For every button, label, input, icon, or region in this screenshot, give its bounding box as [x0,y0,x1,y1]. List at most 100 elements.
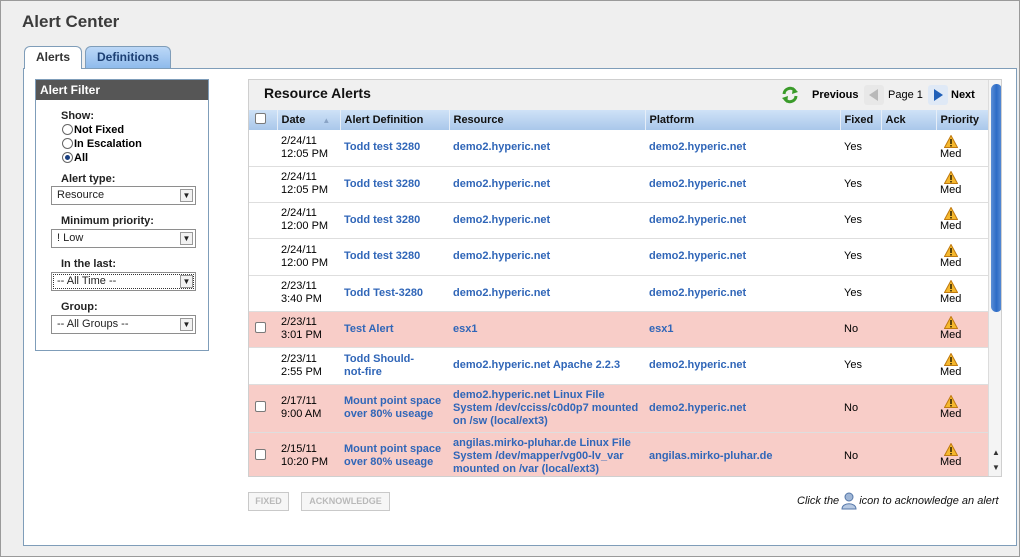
table-row[interactable]: 2/24/11 12:05 PM Todd test 3280 demo2.hyper… [249,166,988,203]
platform-link[interactable]: angilas.mirko-pluhar.de [649,450,772,462]
radio-in-escalation[interactable]: In Escalation [62,137,142,150]
in-last-select[interactable]: -- All Time -- ▼ [51,272,196,291]
alert-definition-cell[interactable]: Mount point space over 80% useage [340,432,449,476]
platform-link[interactable]: demo2.hyperic.net [649,141,746,153]
alert-definition-link[interactable]: Todd test 3280 [344,214,449,227]
arrow-left-icon[interactable] [864,85,884,105]
table-row[interactable]: 2/23/11 3:40 PM Todd Test-3280 demo2.hyperi… [249,275,988,312]
radio-not-fixed[interactable]: Not Fixed [62,123,124,136]
row-checkbox[interactable] [255,400,266,412]
alert-definition-cell[interactable]: Todd Test-3280 [340,275,449,312]
scrollbar-thumb[interactable] [991,84,1001,312]
resource-cell[interactable]: demo2.hyperic.net Apache 2.2.3 [449,347,645,385]
alert-definition-link[interactable]: Todd Should- [344,353,449,366]
radio-all[interactable]: All [62,151,88,164]
min-priority-select[interactable]: ! Low ▼ [51,229,196,248]
group-select[interactable]: -- All Groups -- ▼ [51,315,196,334]
resource-cell[interactable]: demo2.hyperic.net [449,166,645,203]
chevron-down-icon[interactable]: ▼ [180,189,193,202]
refresh-icon[interactable] [781,86,799,104]
resource-cell[interactable]: demo2.hyperic.net [449,238,645,276]
column-header-resource[interactable]: Resource [449,110,646,130]
platform-cell[interactable]: demo2.hyperic.net [645,166,840,203]
radio-icon[interactable] [62,124,73,135]
table-row[interactable]: 2/23/11 2:55 PM Todd Should-not-fire demo2.… [249,347,988,385]
resource-link[interactable]: System /dev/mapper/vg00-lv_var [453,450,645,463]
resource-cell[interactable]: demo2.hyperic.net [449,275,645,312]
table-row[interactable]: 2/24/11 12:05 PM Todd test 3280 demo2.hyper… [249,130,988,167]
next-page-link[interactable]: Next [951,89,975,101]
column-header-platform[interactable]: Platform [645,110,841,130]
platform-link[interactable]: demo2.hyperic.net [649,178,746,190]
resource-link[interactable]: demo2.hyperic.net [453,178,645,191]
platform-link[interactable]: demo2.hyperic.net [649,402,746,414]
alert-definition-link[interactable]: Test Alert [344,323,449,336]
resource-link[interactable]: angilas.mirko-pluhar.de Linux File [453,437,645,450]
acknowledge-button[interactable]: ACKNOWLEDGE [301,492,390,511]
alert-definition-link[interactable]: Todd test 3280 [344,250,449,263]
fixed-button[interactable]: FIXED [248,492,289,511]
platform-link[interactable]: demo2.hyperic.net [649,287,746,299]
platform-cell[interactable]: demo2.hyperic.net [645,202,840,239]
alert-definition-link[interactable]: Mount point space [344,443,449,456]
previous-page-link[interactable]: Previous [812,89,858,101]
alert-definition-link[interactable]: not-fire [344,366,449,379]
column-header-alert-definition[interactable]: Alert Definition [340,110,450,130]
chevron-down-icon[interactable]: ▼ [180,275,193,288]
scroll-up-icon[interactable]: ▲ [992,448,1000,457]
platform-link[interactable]: demo2.hyperic.net [649,214,746,226]
table-row[interactable]: 2/24/11 12:00 PM Todd test 3280 demo2.hyper… [249,202,988,239]
alert-definition-cell[interactable]: Todd test 3280 [340,130,449,167]
platform-cell[interactable]: demo2.hyperic.net [645,347,840,385]
tab-alerts[interactable]: Alerts [24,46,82,69]
row-checkbox[interactable] [255,321,266,333]
radio-icon[interactable] [62,138,73,149]
resource-link[interactable]: mounted on /var (local/ext3) [453,463,645,476]
platform-cell[interactable]: demo2.hyperic.net [645,275,840,312]
arrow-right-icon[interactable] [928,85,948,105]
platform-link[interactable]: esx1 [649,323,673,335]
alert-definition-link[interactable]: Mount point space [344,395,449,408]
alert-definition-cell[interactable]: Todd test 3280 [340,202,449,239]
column-header-date[interactable]: Date ▲ [277,110,341,130]
table-row[interactable]: 2/17/11 9:00 AM Mount point space over 80% … [249,384,988,433]
table-row[interactable]: 2/23/11 3:01 PM Test Alert esx1 esx1 No Med [249,311,988,348]
alert-definition-cell[interactable]: Test Alert [340,311,449,348]
select-all-checkbox[interactable] [255,113,266,124]
resource-cell[interactable]: esx1 [449,311,645,348]
resource-cell[interactable]: angilas.mirko-pluhar.de Linux File System… [449,432,645,476]
radio-selected-icon[interactable] [62,152,73,163]
alert-type-select[interactable]: Resource ▼ [51,186,196,205]
table-row[interactable]: 2/24/11 12:00 PM Todd test 3280 demo2.hyper… [249,238,988,276]
alert-definition-link[interactable]: over 80% useage [344,456,449,469]
resource-link[interactable]: demo2.hyperic.net [453,250,645,263]
tab-definitions[interactable]: Definitions [85,46,171,68]
resource-cell[interactable]: demo2.hyperic.net [449,130,645,167]
platform-cell[interactable]: esx1 [645,311,840,348]
resource-cell[interactable]: demo2.hyperic.net [449,202,645,239]
resource-cell[interactable]: demo2.hyperic.net Linux File System /dev/… [449,384,645,433]
column-header-priority[interactable]: Priority [936,110,989,130]
alert-definition-cell[interactable]: Todd Should-not-fire [340,347,449,385]
platform-cell[interactable]: demo2.hyperic.net [645,130,840,167]
platform-link[interactable]: demo2.hyperic.net [649,359,746,371]
platform-cell[interactable]: angilas.mirko-pluhar.de [645,432,840,476]
alert-definition-link[interactable]: Todd Test-3280 [344,287,449,300]
column-header-fixed[interactable]: Fixed [840,110,882,130]
alert-definition-link[interactable]: Todd test 3280 [344,178,449,191]
chevron-down-icon[interactable]: ▼ [180,318,193,331]
resource-link[interactable]: on /sw (local/ext3) [453,415,645,428]
resource-link[interactable]: esx1 [453,323,645,336]
resource-link[interactable]: demo2.hyperic.net Apache 2.2.3 [453,359,645,372]
alert-definition-cell[interactable]: Todd test 3280 [340,238,449,276]
resource-link[interactable]: System /dev/cciss/c0d0p7 mounted [453,402,645,415]
platform-cell[interactable]: demo2.hyperic.net [645,238,840,276]
alert-definition-link[interactable]: Todd test 3280 [344,141,449,154]
column-header-ack[interactable]: Ack [881,110,937,130]
vertical-scrollbar[interactable]: ▲ ▼ [988,80,1001,476]
resource-link[interactable]: demo2.hyperic.net Linux File [453,389,645,402]
alert-definition-cell[interactable]: Mount point space over 80% useage [340,384,449,433]
row-checkbox[interactable] [255,448,266,460]
resource-link[interactable]: demo2.hyperic.net [453,214,645,227]
platform-cell[interactable]: demo2.hyperic.net [645,384,840,433]
